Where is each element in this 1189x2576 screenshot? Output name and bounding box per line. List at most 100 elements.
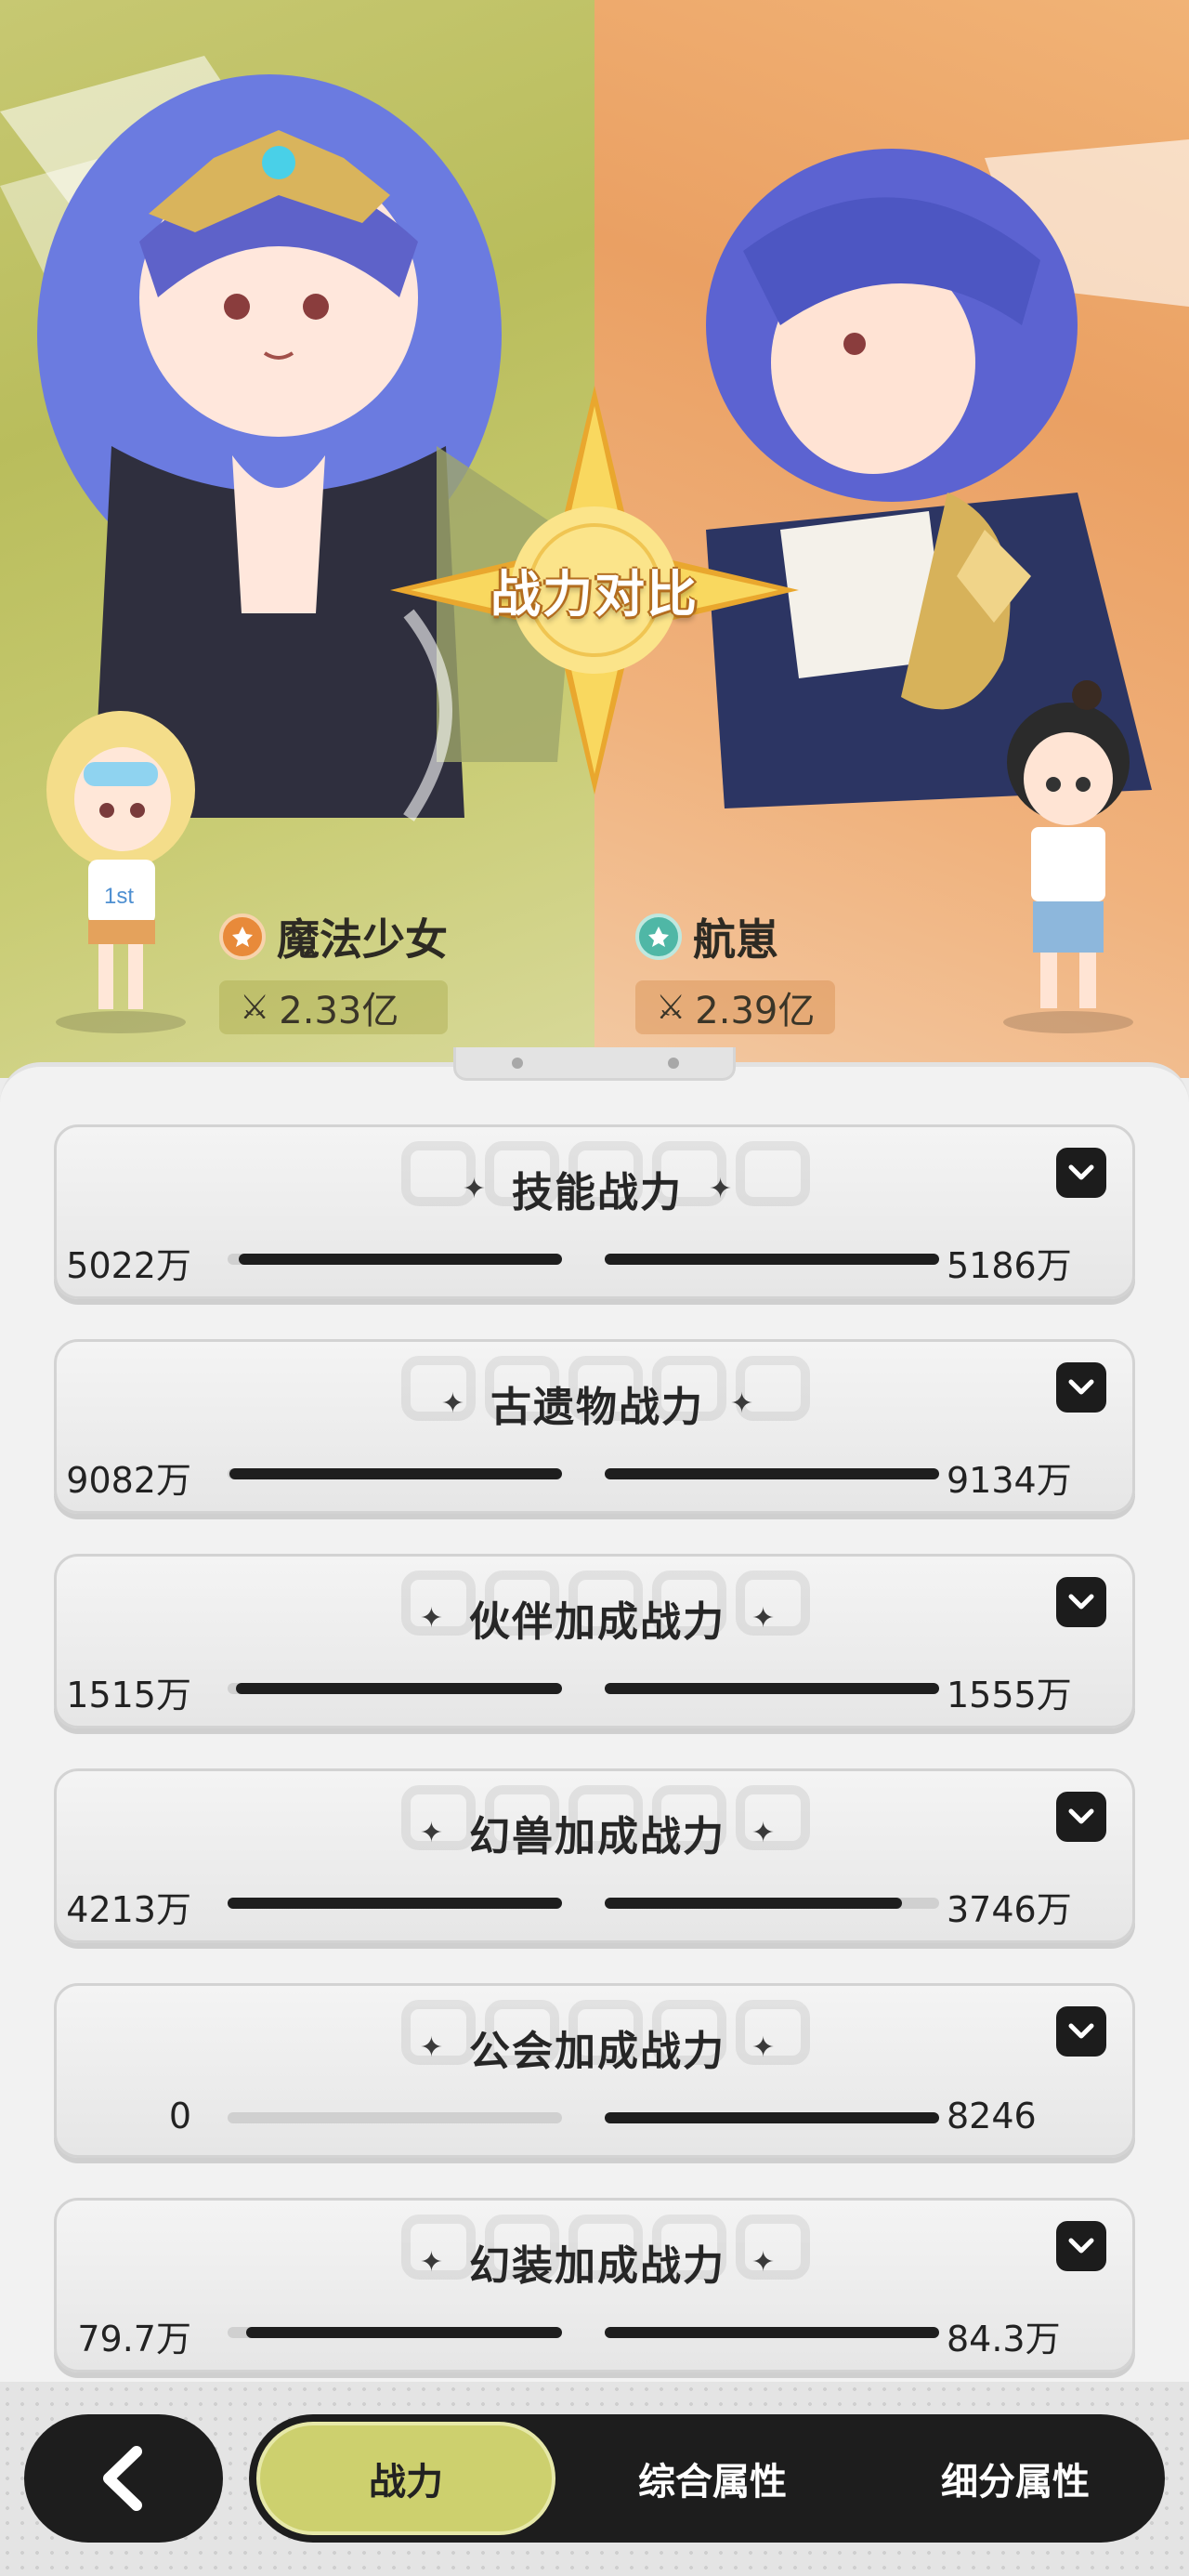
right-bar (605, 1468, 939, 1479)
right-bar-fill (605, 2112, 939, 2123)
tab-bar: 战力 综合属性 细分属性 (249, 2414, 1165, 2543)
sparkle-icon: ✦ (419, 2031, 443, 2064)
sparkle-icon: ✦ (709, 1172, 733, 1205)
card-title-row: ✦ 幻装加成战力 ✦ (57, 2232, 1132, 2292)
left-bar (228, 1683, 562, 1694)
chevron-down-icon (1068, 2023, 1094, 2039)
right-total-power: 2.39亿 (695, 990, 816, 1032)
sparkle-icon: ✦ (419, 2245, 443, 2279)
chevron-down-icon (1068, 1808, 1094, 1824)
sparkle-icon: ✦ (730, 1387, 754, 1420)
right-bar (605, 1683, 939, 1694)
card-title-row: ✦ 技能战力 ✦ (57, 1159, 1132, 1218)
expand-toggle[interactable] (1056, 1577, 1106, 1627)
right-bar (605, 1898, 939, 1909)
left-bar (228, 1254, 562, 1265)
sparkle-icon: ✦ (751, 2031, 776, 2064)
left-value: 9082万 (66, 1460, 191, 1501)
svg-text:1st: 1st (104, 884, 134, 909)
right-bar (605, 2327, 939, 2338)
left-bar (228, 1468, 562, 1479)
sparkle-icon: ✦ (440, 1387, 464, 1420)
expand-toggle[interactable] (1056, 1148, 1106, 1198)
right-power-badge: ⚔ 2.39亿 (635, 980, 836, 1034)
back-button[interactable] (24, 2414, 223, 2543)
versus-star-emblem: 战力对比 (390, 386, 799, 795)
sparkle-icon: ✦ (751, 1816, 776, 1849)
right-chibi-avatar (1003, 680, 1133, 1033)
right-bar-fill (605, 1254, 939, 1265)
right-value: 5186万 (947, 1245, 1072, 1286)
chevron-down-icon (1068, 1379, 1094, 1395)
right-value: 84.3万 (947, 2319, 1061, 2359)
left-total-power: 2.33亿 (279, 990, 399, 1032)
right-bar-fill (605, 1683, 939, 1694)
comparison-card[interactable]: ✦ 公会加成战力 ✦ 0 8246 (54, 1983, 1135, 2158)
chevron-left-icon (103, 2446, 142, 2511)
right-bar (605, 1254, 939, 1265)
comparison-card[interactable]: ✦ 古遗物战力 ✦ 9082万 9134万 (54, 1339, 1135, 1514)
comparison-card[interactable]: ✦ 幻装加成战力 ✦ 79.7万 84.3万 (54, 2198, 1135, 2372)
left-value: 5022万 (66, 1245, 191, 1286)
card-title: 古遗物战力 (490, 1384, 704, 1431)
expand-toggle[interactable] (1056, 1362, 1106, 1413)
card-title: 幻兽加成战力 (469, 1813, 725, 1860)
tab-power[interactable]: 战力 (256, 2422, 555, 2535)
left-bar-fill (236, 1683, 562, 1694)
right-bar-fill (605, 1898, 902, 1909)
left-value: 79.7万 (77, 2319, 191, 2359)
left-bar-fill (239, 1254, 562, 1265)
card-title-row: ✦ 幻兽加成战力 ✦ (57, 1803, 1132, 1862)
crossed-swords-icon: ⚔ (240, 988, 270, 1027)
sparkle-icon: ✦ (751, 2245, 776, 2279)
card-title: 伙伴加成战力 (469, 1598, 725, 1646)
left-player-name: 魔法少女 (277, 914, 448, 965)
left-bar-fill (228, 1898, 562, 1909)
expand-toggle[interactable] (1056, 2006, 1106, 2057)
left-bar (228, 2112, 562, 2123)
right-player-name: 航崽 (693, 914, 778, 965)
card-title: 技能战力 (512, 1169, 683, 1216)
left-value: 0 (168, 2096, 191, 2136)
bottom-navigation: 战力 综合属性 细分属性 (0, 2382, 1189, 2576)
right-bar (605, 2112, 939, 2123)
left-value: 1515万 (66, 1675, 191, 1715)
tab-detailed-attributes[interactable]: 细分属性 (866, 2414, 1165, 2543)
card-title: 公会加成战力 (469, 2028, 725, 2075)
left-bar-fill (229, 1468, 562, 1479)
right-bar-fill (605, 2327, 939, 2338)
expand-toggle[interactable] (1056, 1792, 1106, 1842)
left-chibi-avatar: 1st (46, 711, 195, 1033)
crossed-swords-icon: ⚔ (656, 988, 686, 1027)
left-value: 4213万 (66, 1889, 191, 1930)
right-value: 8246 (947, 2096, 1037, 2136)
panel-drag-handle[interactable] (453, 1047, 736, 1081)
hero-banner: 1st 战力对比 魔法少女 ⚔ 2.33亿 航崽 ⚔ 2.39亿 (0, 0, 1189, 1078)
chevron-down-icon (1068, 1594, 1094, 1610)
left-power-badge: ⚔ 2.33亿 (219, 980, 448, 1034)
expand-toggle[interactable] (1056, 2221, 1106, 2271)
right-value: 1555万 (947, 1675, 1072, 1715)
comparison-card[interactable]: ✦ 幻兽加成战力 ✦ 4213万 3746万 (54, 1768, 1135, 1943)
right-value: 9134万 (947, 1460, 1072, 1501)
chevron-down-icon (1068, 1164, 1094, 1180)
chevron-down-icon (1068, 2238, 1094, 2254)
left-bar (228, 2327, 562, 2338)
page-title: 战力对比 (490, 565, 699, 624)
card-title-row: ✦ 古遗物战力 ✦ (57, 1373, 1132, 1433)
comparison-card[interactable]: ✦ 伙伴加成战力 ✦ 1515万 1555万 (54, 1554, 1135, 1728)
sparkle-icon: ✦ (462, 1172, 486, 1205)
card-title-row: ✦ 公会加成战力 ✦ (57, 2017, 1132, 2077)
left-rank-badge-icon (219, 913, 266, 960)
tab-overall-attributes[interactable]: 综合属性 (563, 2414, 862, 2543)
right-player-info: 航崽 ⚔ 2.39亿 (635, 906, 836, 1034)
right-value: 3746万 (947, 1889, 1072, 1930)
sparkle-icon: ✦ (751, 1601, 776, 1635)
sparkle-icon: ✦ (419, 1816, 443, 1849)
left-bar-fill (246, 2327, 562, 2338)
comparison-card[interactable]: ✦ 技能战力 ✦ 5022万 5186万 (54, 1124, 1135, 1299)
card-title-row: ✦ 伙伴加成战力 ✦ (57, 1588, 1132, 1648)
right-rank-badge-icon (635, 913, 682, 960)
sparkle-icon: ✦ (419, 1601, 443, 1635)
left-bar (228, 1898, 562, 1909)
